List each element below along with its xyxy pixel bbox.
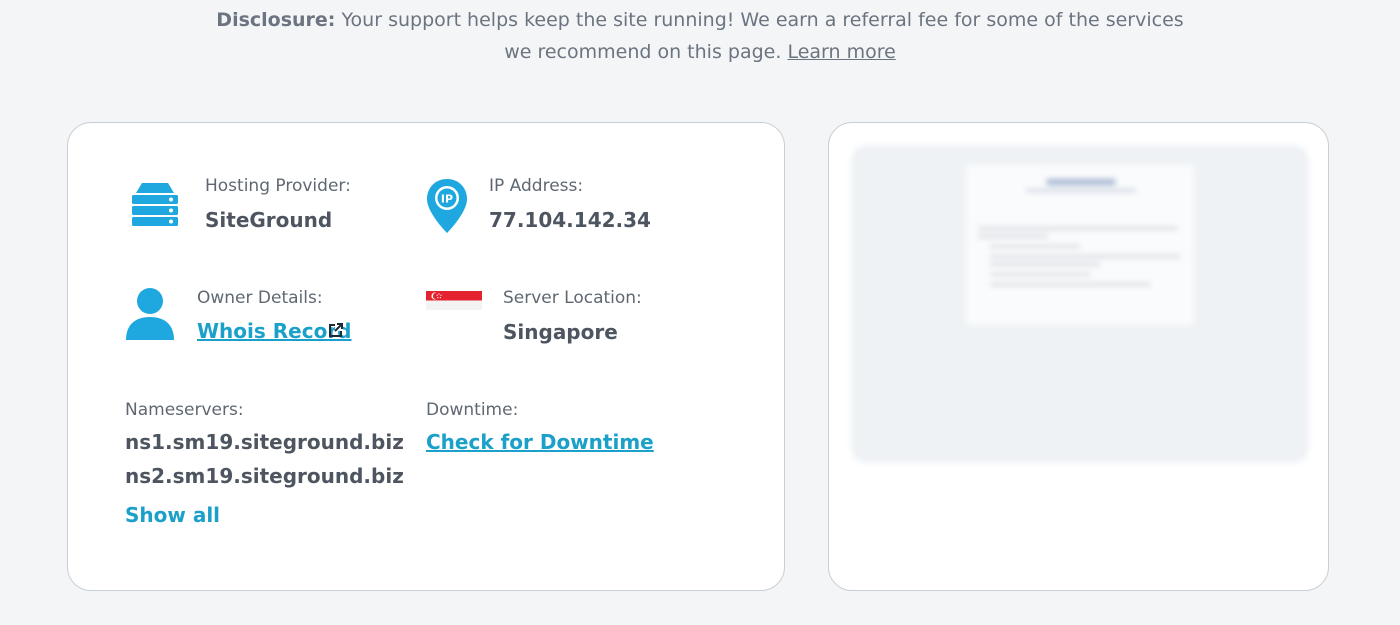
downtime-label: Downtime:	[426, 400, 519, 420]
external-link-icon[interactable]	[329, 323, 343, 337]
nameservers-label: Nameservers:	[125, 400, 244, 420]
preview-text-line	[978, 227, 1178, 230]
ip-address-value: 77.104.142.34	[489, 208, 651, 232]
hosting-provider-value: SiteGround	[205, 208, 333, 232]
preview-title-bar	[1046, 179, 1116, 185]
check-downtime-link[interactable]: Check for Downtime	[426, 430, 654, 454]
preview-text-line	[990, 283, 1150, 286]
whois-preview-image	[851, 145, 1309, 463]
preview-subtitle-bar	[1026, 189, 1136, 192]
preview-text-line	[990, 273, 1090, 276]
user-icon	[126, 288, 174, 340]
ip-badge-text: IP	[441, 193, 453, 206]
show-all-link[interactable]: Show all	[125, 503, 220, 527]
disclosure-banner: Disclosure: Your support helps keep the …	[0, 4, 1400, 68]
nameserver-1: ns1.sm19.siteground.biz	[125, 430, 404, 454]
server-icon	[132, 183, 178, 226]
ip-pin-icon: IP	[427, 179, 467, 233]
ip-address-label: IP Address:	[489, 176, 584, 196]
owner-details-label: Owner Details:	[197, 288, 323, 308]
nameserver-2: ns2.sm19.siteground.biz	[125, 464, 404, 488]
learn-more-link[interactable]: Learn more	[787, 41, 895, 63]
server-location-label: Server Location:	[503, 288, 642, 308]
preview-text-line	[990, 245, 1080, 248]
disclosure-line-1: Disclosure: Your support helps keep the …	[0, 4, 1400, 36]
whois-preview-card	[828, 122, 1329, 591]
singapore-flag-icon	[426, 291, 482, 310]
disclosure-text-2: we recommend on this page.	[504, 41, 782, 63]
preview-text-line	[990, 263, 1100, 266]
preview-page	[966, 165, 1194, 325]
preview-text-line	[990, 255, 1180, 258]
hosting-details-card: Hosting Provider: SiteGround IP IP Addre…	[67, 122, 785, 591]
hosting-provider-label: Hosting Provider:	[205, 176, 351, 196]
disclosure-line-2: we recommend on this page. Learn more	[0, 36, 1400, 68]
disclosure-label: Disclosure:	[216, 9, 336, 31]
server-location-value: Singapore	[503, 320, 618, 344]
disclosure-text-1: Your support helps keep the site running…	[341, 9, 1184, 31]
preview-text-line	[978, 235, 1048, 238]
